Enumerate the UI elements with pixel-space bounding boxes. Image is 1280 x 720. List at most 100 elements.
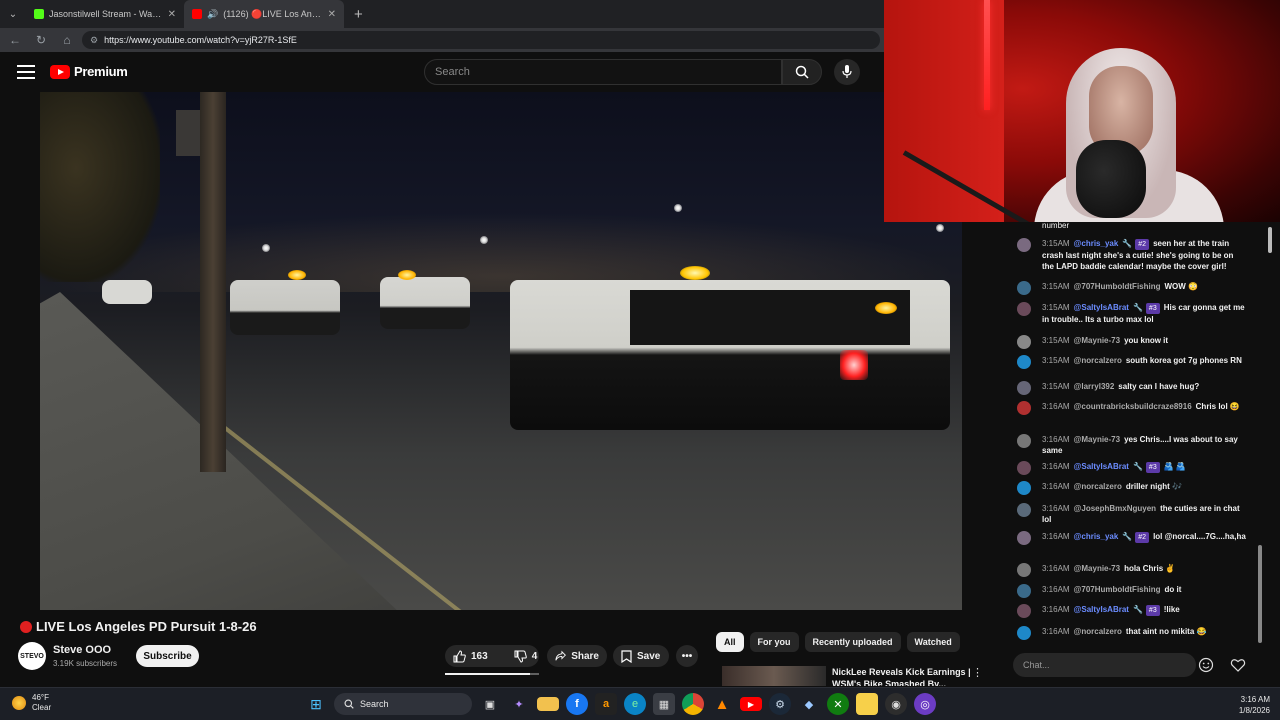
system-clock[interactable]: 3:16 AM 1/8/2026 <box>1204 694 1270 716</box>
video-player[interactable] <box>40 92 962 610</box>
chat-avatar[interactable] <box>1017 238 1031 252</box>
chat-avatar[interactable] <box>1017 531 1031 545</box>
close-tab-icon[interactable]: ✕ <box>168 9 176 20</box>
browser-tab-2[interactable]: 🔊 (1126) 🔴LIVE Los Angeles P ✕ <box>184 0 344 28</box>
chat-author[interactable]: @707HumboldtFishing <box>1074 585 1161 594</box>
recommended-title[interactable]: NickLee Reveals Kick Earnings | WSM's Bi… <box>832 666 972 686</box>
chat-author[interactable]: @SaltyIsABrat <box>1074 303 1129 312</box>
chat-author[interactable]: @norcalzero <box>1074 627 1122 636</box>
search-box[interactable] <box>424 59 782 85</box>
chat-avatar[interactable] <box>1017 302 1031 316</box>
channel-avatar[interactable]: STEVO <box>18 642 46 670</box>
browser-tab-1[interactable]: Jasonstilwell Stream - Watch ✕ <box>26 0 184 28</box>
menu-icon[interactable] <box>17 63 35 81</box>
close-tab-icon[interactable]: ✕ <box>328 9 336 20</box>
site-info-icon[interactable]: ⚙ <box>90 35 98 46</box>
chat-author[interactable]: @Maynie-73 <box>1074 564 1120 573</box>
channel-name[interactable]: Steve OOO <box>53 644 117 656</box>
facebook-icon[interactable]: f <box>566 693 588 715</box>
taskbar-search[interactable]: Search <box>334 693 472 715</box>
chat-avatar[interactable] <box>1017 401 1031 415</box>
recommended-thumbnail[interactable] <box>722 666 826 686</box>
chat-input[interactable] <box>1023 660 1196 670</box>
recommended-menu-icon[interactable]: ⋮ <box>972 666 983 679</box>
thumbs-down-icon <box>514 650 527 663</box>
copilot-icon[interactable]: ✦ <box>508 693 530 715</box>
back-icon[interactable]: ← <box>4 29 26 51</box>
chat-author[interactable]: @707HumboldtFishing <box>1074 282 1161 291</box>
youtube-premium-logo[interactable]: Premium <box>50 64 128 79</box>
file-explorer-icon[interactable] <box>537 697 559 711</box>
chat-author[interactable]: @norcalzero <box>1074 482 1122 491</box>
edge-icon[interactable]: e <box>624 693 646 715</box>
chat-avatar[interactable] <box>1017 563 1031 577</box>
video-frame-streetlight <box>262 244 270 252</box>
chat-avatar[interactable] <box>1017 503 1031 517</box>
windows-start-icon[interactable]: ⊞ <box>305 693 327 715</box>
reload-icon[interactable]: ↻ <box>30 29 52 51</box>
more-actions-icon[interactable]: ••• <box>676 645 698 667</box>
xbox-icon[interactable]: ✕ <box>827 693 849 715</box>
speaker-icon[interactable]: 🔊 <box>207 9 218 20</box>
recommended-video[interactable]: NickLee Reveals Kick Earnings | WSM's Bi… <box>722 664 990 686</box>
youtube-icon[interactable]: ▶ <box>740 697 762 711</box>
chat-author[interactable]: @Maynie-73 <box>1074 336 1120 345</box>
chat-avatar[interactable] <box>1017 626 1031 640</box>
chat-author[interactable]: @chris_yak <box>1074 239 1119 248</box>
chat-author[interactable]: @countrabricksbuildcraze8916 <box>1074 402 1192 411</box>
vlc-icon[interactable]: ▲ <box>711 693 733 715</box>
scroll-up-indicator[interactable] <box>1268 227 1272 253</box>
steam-icon[interactable]: ⚙ <box>769 693 791 715</box>
chat-avatar[interactable] <box>1017 584 1031 598</box>
obs-icon[interactable]: ◉ <box>885 693 907 715</box>
chat-timestamp: 3:16AM <box>1042 605 1070 614</box>
subscribe-button[interactable]: Subscribe <box>136 645 199 667</box>
channel-info: Steve OOO 3.19K subscribers <box>53 644 117 668</box>
weather-widget[interactable]: 46°F Clear <box>12 693 51 713</box>
chat-avatar[interactable] <box>1017 335 1031 349</box>
chat-scrollbar[interactable] <box>1258 225 1272 645</box>
chat-message-body: 3:16AM @norcalzero that aint no mikita 😂 <box>1042 626 1246 637</box>
tab-search-icon[interactable]: ⌄ <box>0 0 26 28</box>
chat-author[interactable]: @SaltyIsABrat <box>1074 462 1129 471</box>
chat-input-box[interactable] <box>1013 653 1196 677</box>
chat-avatar[interactable] <box>1017 604 1031 618</box>
amazon-icon[interactable]: a <box>595 693 617 715</box>
chat-avatar[interactable] <box>1017 381 1031 395</box>
chip-all[interactable]: All <box>716 632 744 652</box>
new-tab-icon[interactable]: + <box>344 6 373 23</box>
chat-author[interactable]: @SaltyIsABrat <box>1074 605 1129 614</box>
twitch-app-icon[interactable]: ◎ <box>914 693 936 715</box>
chat-author[interactable]: @larryl392 <box>1074 382 1115 391</box>
search-button[interactable] <box>782 59 822 85</box>
sticky-notes-icon[interactable] <box>856 693 878 715</box>
chat-avatar[interactable] <box>1017 461 1031 475</box>
chip-recently-uploaded[interactable]: Recently uploaded <box>804 632 901 652</box>
chat-author[interactable]: @norcalzero <box>1074 356 1122 365</box>
chat-author[interactable]: @Maynie-73 <box>1074 435 1120 444</box>
home-icon[interactable]: ⌂ <box>56 29 78 51</box>
heart-icon[interactable] <box>1230 657 1246 673</box>
calculator-icon[interactable]: ▦ <box>653 693 675 715</box>
chat-author[interactable]: @JosephBmxNguyen <box>1074 504 1156 513</box>
share-button[interactable]: Share <box>547 645 607 667</box>
voice-search-button[interactable] <box>834 59 860 85</box>
like-button[interactable]: 163 <box>445 645 496 667</box>
chat-avatar[interactable] <box>1017 281 1031 295</box>
chip-watched[interactable]: Watched <box>906 632 960 652</box>
chat-avatar[interactable] <box>1017 481 1031 495</box>
chat-timestamp: 3:16AM <box>1042 504 1070 513</box>
emoji-icon[interactable] <box>1198 657 1214 673</box>
chat-author[interactable]: @chris_yak <box>1074 532 1119 541</box>
url-field[interactable]: ⚙ https://www.youtube.com/watch?v=yjR27R… <box>82 31 880 49</box>
search-input[interactable] <box>435 66 781 78</box>
chat-avatar[interactable] <box>1017 355 1031 369</box>
chrome-icon[interactable] <box>682 693 704 715</box>
scrollbar-thumb[interactable] <box>1258 545 1262 643</box>
save-button[interactable]: Save <box>613 645 669 667</box>
dislike-button[interactable]: 4 <box>506 645 546 667</box>
task-view-icon[interactable]: ▣ <box>479 693 501 715</box>
chat-avatar[interactable] <box>1017 434 1031 448</box>
app-icon[interactable]: ◆ <box>798 693 820 715</box>
chip-for-you[interactable]: For you <box>749 632 799 652</box>
